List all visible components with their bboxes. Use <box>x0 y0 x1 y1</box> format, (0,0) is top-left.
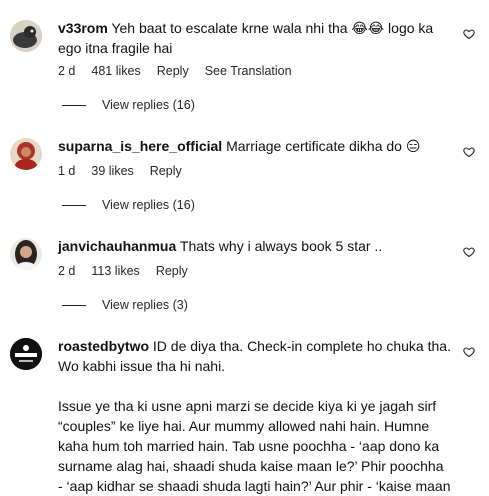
view-replies-label: View replies (3) <box>102 298 188 312</box>
comment-age: 2 d <box>58 64 76 78</box>
likes-count[interactable]: 113 likes <box>91 264 139 278</box>
username[interactable]: suparna_is_here_official <box>58 138 222 154</box>
replies-divider <box>62 104 86 106</box>
comment-meta: 1 d 39 likes Reply <box>58 164 182 178</box>
reply-button[interactable]: Reply <box>150 164 182 178</box>
comment-age: 1 d <box>58 164 76 178</box>
avatar-image-icon <box>10 138 42 170</box>
avatar[interactable] <box>10 238 42 270</box>
likes-count[interactable]: 39 likes <box>91 164 133 178</box>
comment-body: janvichauhanmua Thats why i always book … <box>58 236 451 256</box>
username[interactable]: janvichauhanmua <box>58 238 176 254</box>
username[interactable]: v33rom <box>58 20 108 36</box>
roasted-logo-icon <box>10 338 42 370</box>
reply-button[interactable]: Reply <box>157 64 189 78</box>
like-heart-icon[interactable] <box>463 346 475 358</box>
username[interactable]: roastedbytwo <box>58 338 149 354</box>
comment-body: roastedbytwo ID de diya tha. Check-in co… <box>58 336 451 496</box>
like-heart-icon[interactable] <box>463 246 475 258</box>
comment-age: 2 d <box>58 264 76 278</box>
replies-divider <box>62 304 86 306</box>
comment-text: Marriage certificate dikha do 😑 <box>226 138 421 154</box>
view-replies-label: View replies (16) <box>102 98 195 112</box>
comment-meta: 2 d 481 likes Reply See Translation <box>58 64 292 78</box>
avatar[interactable] <box>10 20 42 52</box>
view-replies-label: View replies (16) <box>102 198 195 212</box>
like-heart-icon[interactable] <box>463 146 475 158</box>
replies-divider <box>62 204 86 206</box>
view-replies-button[interactable]: View replies (16) <box>62 98 195 112</box>
view-replies-button[interactable]: View replies (16) <box>62 198 195 212</box>
comment-meta: 2 d 113 likes Reply <box>58 264 188 278</box>
likes-count[interactable]: 481 likes <box>91 64 140 78</box>
see-translation-button[interactable]: See Translation <box>205 64 292 78</box>
avatar-image-icon <box>10 20 42 52</box>
comment-body: v33rom Yeh baat to escalate krne wala nh… <box>58 18 451 58</box>
comment-text-continued: Issue ye tha ki usne apni marzi se decid… <box>58 398 451 494</box>
avatar[interactable] <box>10 138 42 170</box>
view-replies-button[interactable]: View replies (3) <box>62 298 188 312</box>
comment-text: Yeh baat to escalate krne wala nhi tha 😂… <box>58 20 438 56</box>
reply-button[interactable]: Reply <box>156 264 188 278</box>
comment-body: suparna_is_here_official Marriage certif… <box>58 136 451 156</box>
avatar-image-icon <box>10 238 42 270</box>
comment-text: Thats why i always book 5 star .. <box>179 238 383 254</box>
like-heart-icon[interactable] <box>463 28 475 40</box>
avatar[interactable] <box>10 338 42 370</box>
